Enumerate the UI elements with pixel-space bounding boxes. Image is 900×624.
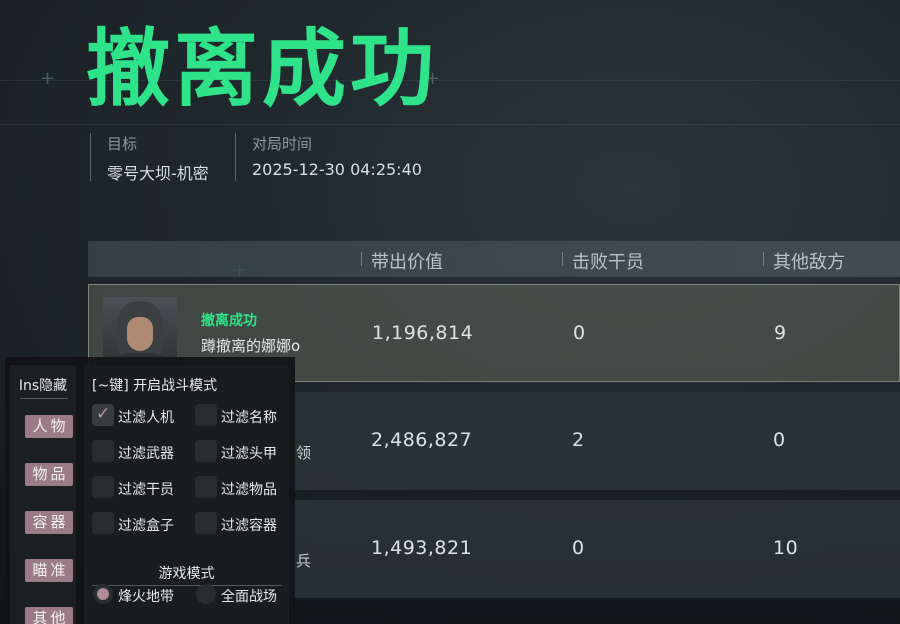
checkmark-icon: ✓ [96, 404, 111, 424]
value-cell: 1,493,821 [371, 537, 473, 559]
header-divider [562, 252, 563, 266]
grid-line [0, 124, 900, 125]
filter-name-checkbox[interactable] [195, 404, 217, 426]
combat-mode-hint: [~键] 开启战斗模式 [92, 378, 218, 394]
filter-armor-label: 过滤头甲 [221, 446, 277, 462]
filter-containers-label: 过滤容器 [221, 518, 277, 534]
mode-label-hazard-zone: 烽火地带 [118, 589, 174, 605]
filter-containers-checkbox[interactable] [195, 512, 217, 534]
player-name-partial: 兵 [296, 552, 312, 570]
header-divider [763, 252, 764, 266]
crosshair-icon: + [40, 68, 56, 89]
filter-bots-checkbox[interactable]: ✓ [92, 404, 114, 426]
filter-weapons-checkbox[interactable] [92, 440, 114, 462]
kills-cell: 0 [573, 322, 586, 344]
filter-weapons-label: 过滤武器 [118, 446, 174, 462]
filter-name-label: 过滤名称 [221, 410, 277, 426]
mode-radio-hazard-zone[interactable] [93, 584, 113, 604]
category-button-aim[interactable]: 瞄准 [25, 559, 73, 582]
others-cell: 9 [774, 322, 787, 344]
category-button-characters[interactable]: 人物 [25, 415, 73, 438]
game-mode-title: 游戏模式 [158, 566, 215, 582]
settings-panel: [~键] 开启战斗模式 ✓ 过滤人机 过滤名称 过滤武器 过滤头甲 过滤干员 过… [84, 365, 289, 624]
filter-operators-label: 过滤干员 [118, 482, 174, 498]
target-label: 目标 [107, 135, 138, 153]
kills-cell: 0 [572, 537, 585, 559]
target-info: 目标 零号大坝-机密 [90, 133, 209, 183]
category-button-containers[interactable]: 容器 [25, 511, 73, 534]
match-time-info: 对局时间 2025-12-30 04:25:40 [235, 133, 422, 181]
others-cell: 10 [773, 537, 799, 559]
extraction-status: 撤离成功 [201, 313, 257, 329]
kills-cell: 2 [572, 429, 585, 451]
target-value: 零号大坝-机密 [107, 164, 209, 183]
match-time-label: 对局时间 [252, 135, 313, 153]
filter-boxes-label: 过滤盒子 [118, 518, 174, 534]
header-kills: 击败干员 [572, 252, 644, 273]
category-button-items[interactable]: 物品 [25, 463, 73, 486]
filter-boxes-checkbox[interactable] [92, 512, 114, 534]
overlay-menu: Ins隐藏 人物 物品 容器 瞄准 其他 [~键] 开启战斗模式 ✓ 过滤人机 … [5, 357, 295, 624]
filter-bots-label: 过滤人机 [118, 410, 174, 426]
result-title: 撤离成功 [86, 20, 439, 118]
category-button-other[interactable]: 其他 [25, 607, 73, 624]
ins-hide-label: Ins隐藏 [18, 378, 68, 394]
header-other-enemies: 其他敌方 [773, 252, 845, 273]
divider [20, 398, 68, 399]
filter-armor-checkbox[interactable] [195, 440, 217, 462]
mode-radio-full-battlefield[interactable] [196, 584, 216, 604]
player-name: 蹲撤离的娜娜o [201, 337, 301, 355]
category-sidebar: Ins隐藏 人物 物品 容器 瞄准 其他 [10, 365, 76, 624]
filter-items-label: 过滤物品 [221, 482, 277, 498]
mode-label-full-battlefield: 全面战场 [221, 589, 277, 605]
value-cell: 2,486,827 [371, 429, 473, 451]
radio-dot-icon [97, 588, 109, 600]
value-cell: 1,196,814 [372, 322, 474, 344]
others-cell: 0 [773, 429, 786, 451]
player-name-partial: 领 [296, 444, 312, 462]
table-header: 带出价值 击败干员 其他敌方 [88, 241, 900, 277]
filter-items-checkbox[interactable] [195, 476, 217, 498]
filter-operators-checkbox[interactable] [92, 476, 114, 498]
header-divider [361, 252, 362, 266]
match-time-value: 2025-12-30 04:25:40 [252, 160, 422, 179]
header-value: 带出价值 [371, 252, 443, 273]
